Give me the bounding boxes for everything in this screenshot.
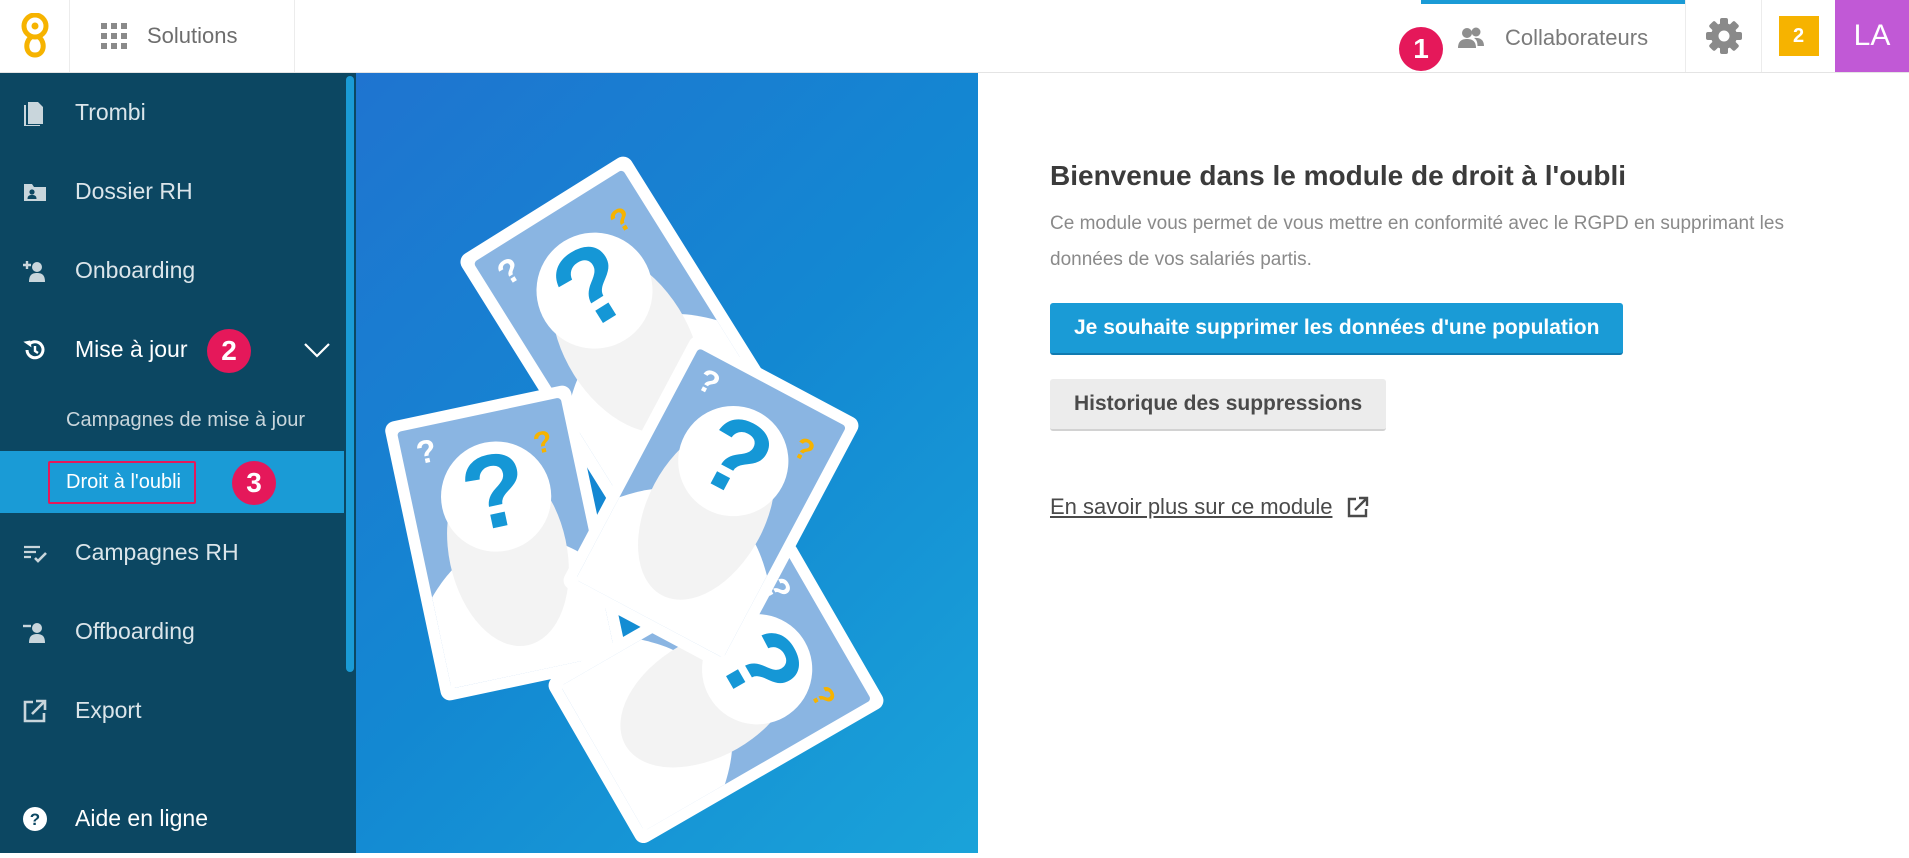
sidebar-scrollbar-thumb[interactable] [346, 76, 354, 672]
delete-population-data-button[interactable]: Je souhaite supprimer les données d'une … [1050, 303, 1624, 355]
user-add-icon [23, 260, 45, 282]
list-check-icon [24, 545, 47, 563]
external-link-icon [1348, 496, 1369, 518]
document-icon [24, 101, 43, 126]
settings-button[interactable] [1685, 0, 1761, 72]
sidebar: Trombi Dossier RH Onboarding Mise à jour… [0, 73, 356, 853]
users-icon [1458, 27, 1484, 48]
notification-count-badge: 2 [1778, 16, 1819, 56]
refresh-icon [23, 339, 45, 359]
notifications-button[interactable]: 2 [1761, 0, 1835, 72]
sidebar-item-campagnes-rh[interactable]: Campagnes RH [0, 513, 344, 592]
chevron-down-icon[interactable] [302, 335, 332, 365]
sidebar-subitem-droit-a-l-oubli[interactable]: Droit à l'oubli [0, 451, 344, 513]
deletion-history-button[interactable]: Historique des suppressions [1050, 379, 1387, 431]
sidebar-item-aide-en-ligne[interactable]: ? Aide en ligne [0, 779, 344, 858]
sidebar-subitem-campagnes-mise-a-jour[interactable]: Campagnes de mise à jour [0, 389, 344, 451]
app-logo[interactable] [0, 0, 70, 72]
learn-more-link[interactable]: En savoir plus sur ce module [1050, 494, 1370, 520]
learn-more-label: En savoir plus sur ce module [1050, 494, 1333, 519]
solutions-menu-button[interactable]: Solutions [71, 0, 295, 72]
page-description: Ce module vous permet de vous mettre en … [1050, 213, 1784, 270]
sidebar-subitem-label: Droit à l'oubli [66, 470, 181, 493]
sidebar-item-offboarding[interactable]: Offboarding [0, 592, 344, 671]
sidebar-item-label: Trombi [75, 99, 146, 125]
solutions-label: Solutions [147, 23, 238, 48]
sidebar-item-mise-a-jour[interactable]: Mise à jour [0, 310, 344, 389]
sidebar-item-label: Offboarding [75, 618, 195, 644]
annotation-marker-2: 2 [207, 329, 251, 373]
sidebar-item-onboarding[interactable]: Onboarding [0, 231, 344, 310]
app-grid-icon [101, 23, 127, 49]
sidebar-item-label: Onboarding [75, 257, 196, 283]
folder-user-icon [24, 183, 46, 201]
sidebar-item-export[interactable]: Export [0, 671, 344, 750]
export-icon [23, 699, 47, 722]
collaborators-label: Collaborateurs [1505, 25, 1649, 50]
help-icon: ? [23, 806, 47, 831]
anonymous-cards-illustration: ? ? ? [383, 152, 887, 847]
lucca-logo-icon [21, 13, 48, 58]
sidebar-item-label: Aide en ligne [75, 805, 208, 831]
collaborators-tab[interactable]: Collaborateurs [1421, 0, 1685, 72]
user-remove-icon [23, 622, 45, 643]
main-content: Bienvenue dans le module de droit à l'ou… [1050, 160, 1870, 519]
svg-text:?: ? [30, 810, 40, 829]
annotation-marker-3: 3 [232, 461, 276, 505]
sidebar-item-label: Export [75, 697, 142, 723]
page-title: Bienvenue dans le module de droit à l'ou… [1050, 160, 1627, 191]
annotation-marker-1: 1 [1399, 27, 1443, 71]
sidebar-subitem-label: Campagnes de mise à jour [66, 408, 306, 431]
sidebar-item-trombi[interactable]: Trombi [0, 73, 344, 152]
sidebar-item-label: Mise à jour [75, 336, 188, 362]
top-bar: Solutions Collaborateurs 2 LA [0, 0, 1909, 73]
sidebar-item-label: Dossier RH [75, 178, 193, 204]
sidebar-item-dossier-rh[interactable]: Dossier RH [0, 152, 344, 231]
sidebar-item-label: Campagnes RH [75, 539, 239, 565]
user-avatar[interactable]: LA [1835, 0, 1909, 72]
illustration-panel: ? ? ? [356, 73, 978, 853]
gear-icon [1705, 18, 1742, 54]
